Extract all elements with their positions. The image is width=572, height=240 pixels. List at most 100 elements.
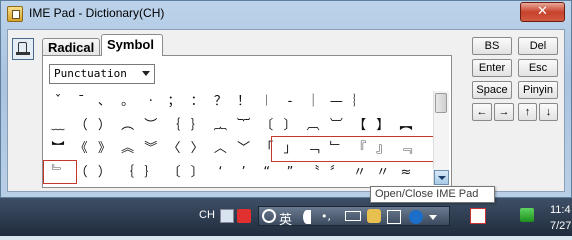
chevron-down-icon[interactable] — [142, 71, 150, 76]
show-hidden-icons-chevron-icon[interactable] — [494, 210, 508, 224]
symbol-cell[interactable]: — — [325, 91, 347, 113]
symbol-cell[interactable]: ˉ — [70, 91, 92, 113]
help-icon[interactable] — [409, 210, 423, 224]
symbol-cell[interactable]: ： — [186, 91, 208, 113]
scrollbar-thumb[interactable] — [435, 93, 447, 113]
disable-ime-icon[interactable] — [262, 209, 276, 223]
document-icon[interactable] — [220, 209, 234, 223]
symbol-cell[interactable]: ｛ — [163, 115, 185, 137]
symbol-cell[interactable]: “ — [256, 162, 278, 184]
vertical-scrollbar[interactable] — [433, 91, 449, 185]
symbol-cell[interactable]: 』 — [372, 138, 394, 160]
symbol-cell[interactable]: ” — [279, 162, 301, 184]
symbol-cell[interactable]: ｝ — [140, 162, 162, 184]
symbol-cell[interactable]: ﹁ — [302, 138, 324, 160]
symbol-cell[interactable]: 〕 — [279, 115, 301, 137]
symbol-cell[interactable]: ﹀ — [233, 138, 255, 160]
clock-date[interactable]: 7/27 — [550, 220, 571, 232]
symbol-cell[interactable]: ︽ — [117, 138, 139, 160]
symbol-cell[interactable]: ‘ — [209, 162, 231, 184]
symbol-cell[interactable]: ！ — [233, 91, 255, 113]
symbol-cell[interactable]: ‐ — [279, 91, 301, 113]
punctuation-toggle-icon[interactable]: •, — [321, 210, 335, 224]
symbol-cell[interactable]: 【 — [349, 115, 371, 137]
symbol-cell[interactable]: ︵ — [117, 115, 139, 137]
symbol-cell[interactable]: ｝ — [186, 115, 208, 137]
soft-keyboard-icon[interactable] — [345, 211, 361, 221]
left-arrow-key[interactable]: ← — [472, 103, 492, 121]
ime-pad-window: IME Pad - Dictionary(CH) ✕ Radical Symbo… — [0, 0, 572, 198]
ime-flag-icon[interactable] — [237, 209, 251, 223]
symbol-cell[interactable]: 〔 — [256, 115, 278, 137]
category-dropdown[interactable]: Punctuation — [49, 64, 155, 84]
language-indicator[interactable]: CH — [199, 209, 215, 221]
enter-key[interactable]: Enter — [472, 59, 512, 77]
pinyin-key[interactable]: Pinyin — [518, 81, 558, 99]
symbol-cell[interactable]: 〈 — [163, 138, 185, 160]
symbol-cell[interactable]: ︱ — [256, 91, 278, 113]
tab-symbol[interactable]: Symbol — [101, 34, 163, 56]
symbol-cell[interactable]: 《 — [70, 138, 92, 160]
network-icon[interactable] — [520, 208, 534, 222]
symbol-cell[interactable]: 〔 — [163, 162, 185, 184]
symbol-cell[interactable]: · — [140, 91, 162, 113]
langbar-options-icon[interactable] — [429, 215, 437, 220]
space-key[interactable]: Space — [472, 81, 512, 99]
symbol-cell[interactable]: ｜ — [302, 91, 324, 113]
clock-time[interactable]: 11:4 — [550, 204, 571, 216]
symbol-cell[interactable]: ︼ — [47, 138, 69, 160]
symbol-cell[interactable]: 、 — [93, 91, 115, 113]
scroll-down-arrow-icon[interactable] — [434, 170, 449, 185]
right-arrow-key[interactable]: → — [494, 103, 514, 121]
symbol-cell[interactable]: ︸ — [233, 115, 255, 137]
symbol-cell[interactable]: ︺ — [325, 115, 347, 137]
symbol-cell[interactable]: ︻ — [395, 115, 417, 137]
bs-key[interactable]: BS — [472, 37, 512, 55]
symbol-cell[interactable]: ︹ — [302, 115, 324, 137]
symbol-cell[interactable]: ≈ — [395, 162, 417, 184]
half-moon-icon[interactable] — [303, 210, 311, 224]
symbol-cell[interactable]: 〝 — [302, 162, 324, 184]
title-bar[interactable]: IME Pad - Dictionary(CH) ✕ — [1, 1, 571, 27]
symbol-cell[interactable]: ﹂ — [325, 138, 347, 160]
symbol-cell[interactable]: ︾ — [140, 138, 162, 160]
ime-mode-toggle[interactable]: 英 — [279, 209, 292, 228]
symbol-cell[interactable]: ； — [163, 91, 185, 113]
symbol-cell[interactable]: 〃 — [349, 162, 371, 184]
symbol-cell[interactable]: 〕 — [186, 162, 208, 184]
up-arrow-key[interactable]: ↑ — [518, 103, 537, 121]
symbol-cell[interactable]: ’ — [233, 162, 255, 184]
symbol-cell[interactable]: ｛ — [117, 162, 139, 184]
down-arrow-key[interactable]: ↓ — [539, 103, 558, 121]
esc-key[interactable]: Esc — [518, 59, 558, 77]
symbol-cell[interactable]: ） — [93, 162, 115, 184]
symbol-cell[interactable]: 〉 — [186, 138, 208, 160]
ime-pad-icon[interactable] — [367, 209, 381, 223]
symbol-cell[interactable]: 》 — [93, 138, 115, 160]
symbol-cell[interactable]: ？ — [209, 91, 231, 113]
symbol-cell[interactable]: ˇ — [47, 91, 69, 113]
symbol-cell[interactable]: 『 — [349, 138, 371, 160]
handwriting-mode-icon[interactable] — [12, 38, 34, 60]
antivirus-icon[interactable] — [470, 208, 486, 224]
symbol-cell[interactable]: 」 — [279, 138, 301, 160]
symbol-cell[interactable]: 「 — [256, 138, 278, 160]
symbol-cell[interactable]: ﹃ — [395, 138, 417, 160]
symbol-cell[interactable]: 〞 — [325, 162, 347, 184]
symbol-cell[interactable]: ︶ — [140, 115, 162, 137]
symbol-cell[interactable]: ︷ — [209, 115, 231, 137]
tools-icon[interactable] — [387, 210, 401, 224]
symbol-cell[interactable]: 】 — [372, 115, 394, 137]
symbol-cell[interactable]: （ — [70, 115, 92, 137]
del-key[interactable]: Del — [518, 37, 558, 55]
symbol-cell[interactable]: 〃 — [372, 162, 394, 184]
symbol-cell[interactable]: 。 — [117, 91, 139, 113]
symbol-cell[interactable]: ﹏ — [47, 115, 69, 137]
symbol-cell[interactable]: ︿ — [209, 138, 231, 160]
symbol-cell[interactable]: ﹄ — [47, 162, 69, 184]
symbol-cell[interactable]: ︴ — [349, 91, 371, 113]
symbol-cell[interactable]: （ — [70, 162, 92, 184]
tab-radical[interactable]: Radical — [42, 38, 100, 56]
close-button[interactable]: ✕ — [520, 2, 565, 22]
symbol-cell[interactable]: ） — [93, 115, 115, 137]
